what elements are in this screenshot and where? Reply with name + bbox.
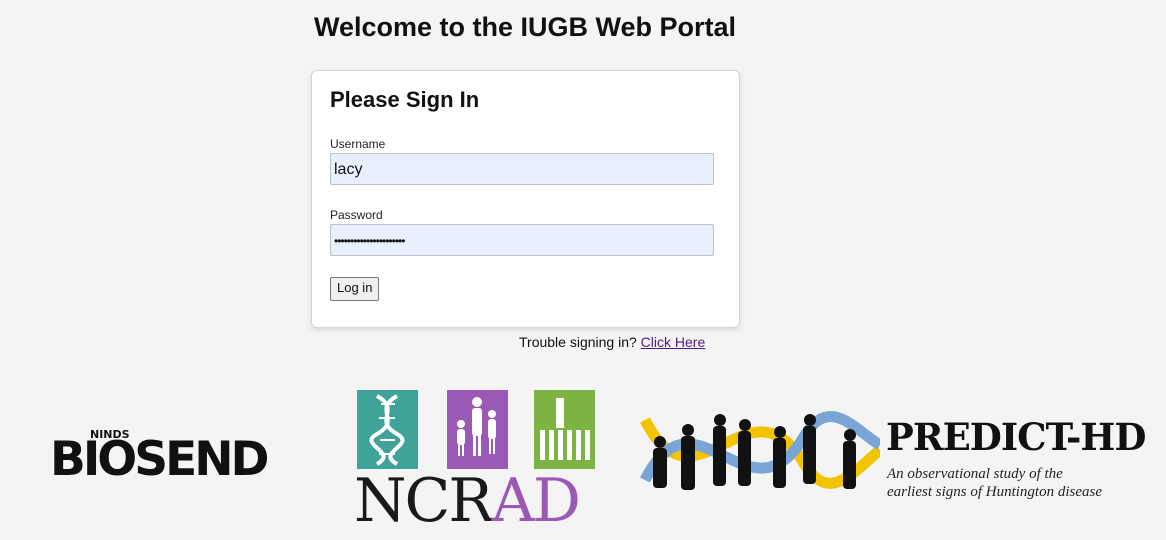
predict-hd-logo: PREDICT-HD An observational study of the… — [640, 390, 1166, 530]
trouble-prompt: Trouble signing in? — [519, 334, 637, 350]
ncrad-prefix: NCR — [354, 466, 494, 536]
predict-hd-title: PREDICT-HD — [886, 415, 1146, 459]
click-here-link[interactable]: Click Here — [641, 334, 706, 350]
password-input[interactable]: •••••••••••••••••••••• — [330, 224, 714, 256]
test-tubes-icon — [534, 390, 595, 469]
family-icon — [447, 390, 508, 469]
username-input[interactable]: lacy — [330, 153, 714, 185]
login-button[interactable]: Log in — [330, 277, 380, 301]
page-title: Welcome to the IUGB Web Portal — [313, 12, 737, 42]
biosend-word: BIOSEND — [50, 432, 270, 487]
username-label: Username — [330, 137, 386, 151]
trouble-signing-in: Trouble signing in? Click Here — [519, 334, 705, 350]
login-heading: Please Sign In — [330, 87, 480, 112]
ncrad-word: NCRAD — [354, 466, 581, 536]
biosend-logo: NINDS BIOSEND — [50, 428, 310, 490]
dna-people-icon — [640, 411, 880, 490]
ncrad-logo: NCRAD — [354, 390, 611, 540]
ncrad-suffix: AD — [491, 466, 581, 536]
predict-hd-tagline-1: An observational study of the — [887, 466, 1063, 482]
predict-hd-tagline: An observational study of the earliest s… — [887, 465, 1157, 501]
login-card: Please Sign In Username lacy Password ••… — [311, 70, 740, 328]
dna-icon — [357, 390, 418, 469]
password-label: Password — [330, 208, 383, 222]
predict-hd-tagline-2: earliest signs of Huntington disease — [887, 484, 1102, 500]
